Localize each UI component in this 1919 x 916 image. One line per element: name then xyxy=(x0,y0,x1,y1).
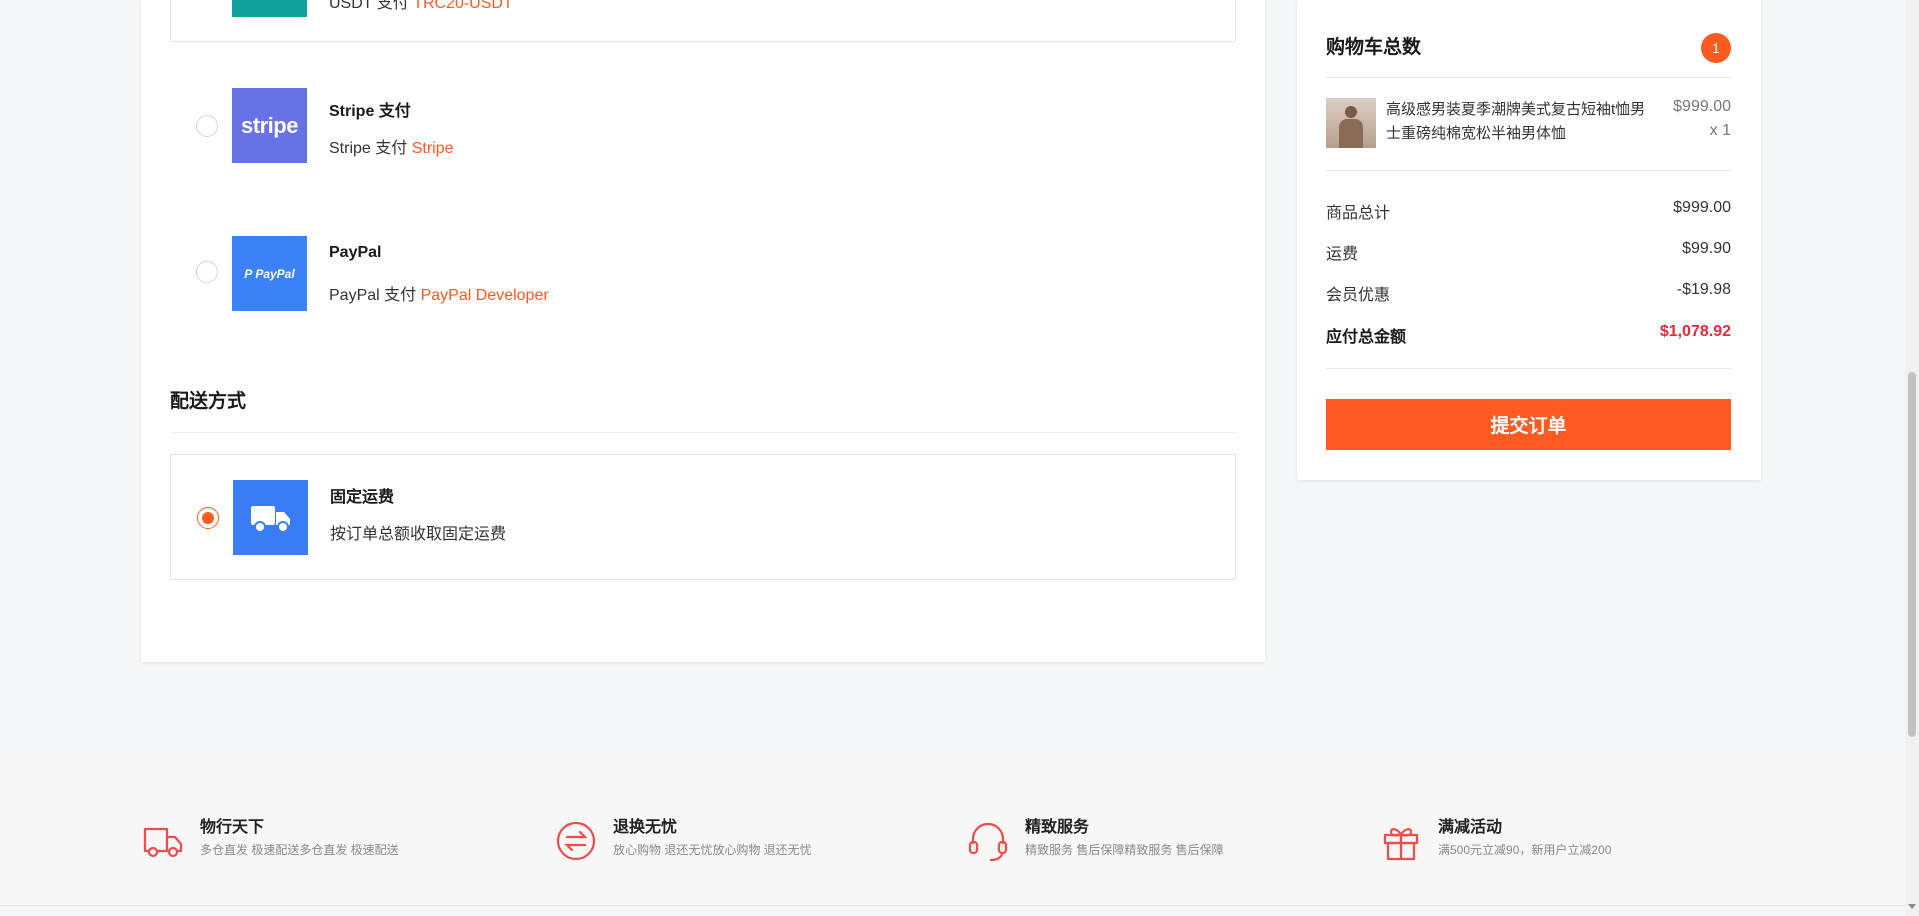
summary-divider xyxy=(1326,170,1731,171)
cart-count-badge: 1 xyxy=(1701,33,1731,63)
feature-desc: 多仓直发 极速配送多仓直发 极速配送 xyxy=(200,843,399,857)
stripe-radio[interactable] xyxy=(196,115,218,137)
shipping-desc: 按订单总额收取固定运费 xyxy=(330,526,507,543)
paypal-title: PayPal xyxy=(329,244,382,261)
cart-summary-panel: 购物车总数 1 高级感男装夏季潮牌美式复古短袖t恤男士重磅纯棉宽松半袖男体恤 $… xyxy=(1297,0,1761,480)
stripe-link[interactable]: Stripe xyxy=(412,140,454,157)
delivery-truck-icon xyxy=(143,827,183,858)
paypal-logo: P PayPal xyxy=(232,236,307,311)
subtotal-row: 商品总计 $999.00 xyxy=(1326,199,1731,222)
feature-title: 物行天下 xyxy=(200,819,265,836)
scroll-down-arrow-icon[interactable] xyxy=(1908,904,1916,909)
payment-usdt-desc: USDT 支付 TRC20-USDT xyxy=(329,0,513,13)
cart-title: 购物车总数 xyxy=(1326,37,1422,58)
product-quantity: x 1 xyxy=(1709,122,1731,139)
feature-title: 满减活动 xyxy=(1438,819,1503,836)
feature-desc: 放心购物 退还无忧放心购物 退还无忧 xyxy=(613,843,812,857)
truck-icon xyxy=(233,480,308,555)
feature-title: 精致服务 xyxy=(1025,819,1090,836)
paypal-radio[interactable] xyxy=(196,261,218,283)
shipping-fee-row: 运费 $99.90 xyxy=(1326,240,1731,263)
paypal-p-icon: P xyxy=(244,266,253,281)
payment-option-stripe[interactable]: stripe Stripe 支付 Stripe 支付 Stripe xyxy=(170,62,1236,190)
scrollbar-thumb[interactable] xyxy=(1908,372,1916,737)
summary-divider xyxy=(1326,368,1731,369)
shipping-section-title: 配送方式 xyxy=(170,391,247,412)
stripe-desc: Stripe 支付 Stripe xyxy=(329,140,454,157)
summary-divider xyxy=(1326,77,1731,78)
feature-title: 退换无忧 xyxy=(613,819,678,836)
submit-order-button[interactable]: 提交订单 xyxy=(1326,399,1731,450)
product-name[interactable]: 高级感男装夏季潮牌美式复古短袖t恤男士重磅纯棉宽松半袖男体恤 xyxy=(1386,98,1656,146)
stripe-logo: stripe xyxy=(232,88,307,163)
feature-desc: 满500元立减90，新用户立减200 xyxy=(1438,843,1612,857)
exchange-icon xyxy=(556,821,596,861)
shipping-radio[interactable] xyxy=(197,507,219,529)
gift-icon xyxy=(1383,828,1419,861)
features-footer: 物行天下 多仓直发 极速配送多仓直发 极速配送 退换无忧 放心购物 退还无忧放心… xyxy=(0,763,1905,906)
feature-desc: 精致服务 售后保障精致服务 售后保障 xyxy=(1025,843,1224,857)
shipping-divider xyxy=(170,432,1236,433)
page-scrollbar[interactable] xyxy=(1905,0,1919,916)
shipping-title: 固定运费 xyxy=(330,489,395,506)
headset-icon xyxy=(968,822,1008,862)
member-discount-row: 会员优惠 -$19.98 xyxy=(1326,281,1731,304)
paypal-link[interactable]: PayPal Developer xyxy=(421,287,549,304)
shipping-option-fixed[interactable]: 固定运费 按订单总额收取固定运费 xyxy=(170,454,1236,580)
payment-option-paypal[interactable]: P PayPal PayPal PayPal 支付 PayPal Develope… xyxy=(170,208,1236,336)
total-row: 应付总金额 $1,078.92 xyxy=(1326,323,1731,346)
paypal-desc: PayPal 支付 PayPal Developer xyxy=(329,287,549,304)
product-thumbnail[interactable] xyxy=(1326,98,1376,148)
usdt-link[interactable]: TRC20-USDT xyxy=(413,0,513,12)
stripe-title: Stripe 支付 xyxy=(329,103,411,120)
product-price: $999.00 xyxy=(1673,98,1731,115)
usdt-logo xyxy=(232,0,307,17)
